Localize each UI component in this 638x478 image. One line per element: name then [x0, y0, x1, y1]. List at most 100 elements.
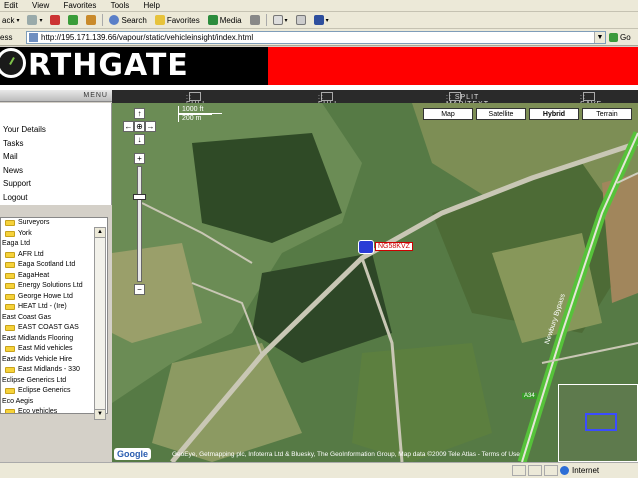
- folder-icon: [5, 346, 15, 353]
- zoom-in-button[interactable]: +: [134, 153, 145, 164]
- home-button[interactable]: [84, 13, 98, 27]
- maptype-terrain[interactable]: Terrain: [582, 108, 632, 120]
- nav-support[interactable]: Support: [0, 177, 111, 191]
- northgate-logo: RTHGATE: [0, 47, 268, 85]
- print-icon: [295, 15, 306, 25]
- tree-item[interactable]: Eco Aegis: [1, 397, 107, 408]
- google-logo[interactable]: Google: [114, 448, 151, 460]
- scroll-down-button[interactable]: ▼: [94, 409, 106, 420]
- mail-button[interactable]: ▾: [271, 13, 290, 27]
- media-icon: [207, 15, 218, 25]
- menu-tools[interactable]: Tools: [111, 0, 130, 11]
- tree-item[interactable]: George Howe Ltd: [1, 292, 107, 303]
- nav-your-details[interactable]: Your Details: [0, 123, 111, 137]
- pan-up-button[interactable]: ↑: [134, 108, 145, 119]
- tree-item[interactable]: East Midlands - 330: [1, 365, 107, 376]
- status-panel: [528, 465, 542, 476]
- menu-help[interactable]: Help: [144, 0, 160, 11]
- zoom-slider-track[interactable]: [137, 166, 142, 282]
- tab-full-map[interactable]: :: FULL MAP: [186, 92, 206, 115]
- tree-item[interactable]: York: [1, 229, 107, 240]
- nav-news[interactable]: News: [0, 164, 111, 178]
- history-button[interactable]: [248, 13, 262, 27]
- tree-item[interactable]: HEAT Ltd - (Ire): [1, 302, 107, 313]
- satellite-map[interactable]: 1000 ft 200 m ↑ ← ⊕ → ↓ + − Map Satellit…: [112, 103, 638, 462]
- maptype-map[interactable]: Map: [423, 108, 473, 120]
- address-input[interactable]: http://195.171.139.66/vapour/static/vehi…: [26, 30, 606, 44]
- vehicle-icon[interactable]: [358, 240, 374, 254]
- map-type-selector: Map Satellite Hybrid Terrain: [423, 108, 632, 120]
- nav-mail[interactable]: Mail: [0, 150, 111, 164]
- tab-save[interactable]: :: SAVE: [580, 92, 601, 108]
- tree-item[interactable]: Surveyors: [1, 218, 107, 229]
- site-header: RTHGATE: [0, 47, 638, 85]
- zoom-slider-thumb[interactable]: [133, 194, 146, 200]
- status-panel: [512, 465, 526, 476]
- menu-favorites[interactable]: Favorites: [63, 0, 96, 11]
- tree-item[interactable]: Energy Solutions Ltd: [1, 281, 107, 292]
- tree-item[interactable]: EagaHeat: [1, 271, 107, 282]
- menu-view[interactable]: View: [32, 0, 49, 11]
- tree-item[interactable]: East Coast Gas: [1, 313, 107, 324]
- home-icon: [86, 15, 97, 25]
- search-button[interactable]: Search: [107, 13, 148, 27]
- zoom-out-button[interactable]: −: [134, 284, 145, 295]
- folder-icon: [5, 230, 15, 237]
- go-icon: [609, 32, 618, 42]
- tree-item[interactable]: East Mid vehicles: [1, 344, 107, 355]
- stop-button[interactable]: [48, 13, 62, 27]
- internet-globe-icon: [560, 466, 569, 475]
- tree-item[interactable]: Eaga Scotland Ltd: [1, 260, 107, 271]
- media-button[interactable]: Media: [206, 13, 244, 27]
- overview-viewport[interactable]: [585, 413, 617, 431]
- pan-right-button[interactable]: →: [145, 121, 156, 132]
- tree-item[interactable]: Eaga Ltd: [1, 239, 107, 250]
- overview-map[interactable]: [558, 384, 638, 462]
- go-button[interactable]: Go: [609, 32, 631, 42]
- tree-item[interactable]: Eco vehicles: [1, 407, 107, 414]
- tree-item[interactable]: East Midlands Flooring: [1, 334, 107, 345]
- tree-item-label: Eco Aegis: [2, 397, 34, 405]
- tab-full-text[interactable]: :: FULL TEXT: [318, 92, 339, 115]
- status-panel: [544, 465, 558, 476]
- nav-tasks[interactable]: Tasks: [0, 137, 111, 151]
- address-dropdown[interactable]: ▼: [594, 31, 605, 43]
- tree-item[interactable]: EAST COAST GAS: [1, 323, 107, 334]
- scroll-up-button[interactable]: ▲: [94, 227, 106, 238]
- menu-edit[interactable]: Edit: [4, 0, 18, 11]
- favorites-icon: [154, 15, 165, 25]
- tree-item[interactable]: AFR Ltd: [1, 250, 107, 261]
- folder-icon: [5, 304, 15, 311]
- pan-down-button[interactable]: ↓: [134, 134, 145, 145]
- mail-icon: [272, 15, 283, 25]
- favorites-button[interactable]: Favorites: [153, 13, 202, 27]
- folder-icon: [5, 283, 15, 290]
- nav-logout[interactable]: Logout: [0, 191, 111, 205]
- tree-item[interactable]: Eclipse Generics Ltd: [1, 376, 107, 387]
- pan-left-button[interactable]: ←: [123, 121, 134, 132]
- tab-split-map-text[interactable]: :: SPLIT MAP/TEXT: [446, 92, 488, 108]
- forward-button[interactable]: ▾: [25, 13, 44, 27]
- tree-item[interactable]: East Mids Vehicle Hire: [1, 355, 107, 366]
- tree-item-label: George Howe Ltd: [18, 292, 73, 300]
- security-zone: Internet: [560, 466, 599, 475]
- maptype-satellite[interactable]: Satellite: [476, 108, 526, 120]
- scroll-track[interactable]: [94, 238, 106, 409]
- tree-item-label: EagaHeat: [18, 271, 50, 279]
- edit-word-button[interactable]: ▾: [312, 13, 331, 27]
- maptype-hybrid[interactable]: Hybrid: [529, 108, 579, 120]
- tree-scrollbar[interactable]: ▲ ▼: [94, 227, 106, 424]
- back-button[interactable]: ack ▾: [0, 13, 21, 27]
- pan-center-button[interactable]: ⊕: [134, 121, 145, 132]
- tree-item-label: Eaga Ltd: [2, 240, 31, 247]
- tree-item-label: HEAT Ltd - (Ire): [18, 303, 67, 310]
- map-tab-bar: :: FULL MAP :: FULL TEXT :: SPLIT MAP/TE…: [112, 90, 638, 115]
- vehicle-marker[interactable]: NG58KVZ: [358, 240, 413, 254]
- refresh-button[interactable]: [66, 13, 80, 27]
- tree-item[interactable]: Eclipse Generics: [1, 386, 107, 397]
- go-label: Go: [620, 32, 631, 42]
- zone-label: Internet: [572, 466, 600, 475]
- print-button[interactable]: [294, 13, 308, 27]
- tree-item-label: Eco vehicles: [18, 408, 58, 414]
- folder-icon: [5, 293, 15, 300]
